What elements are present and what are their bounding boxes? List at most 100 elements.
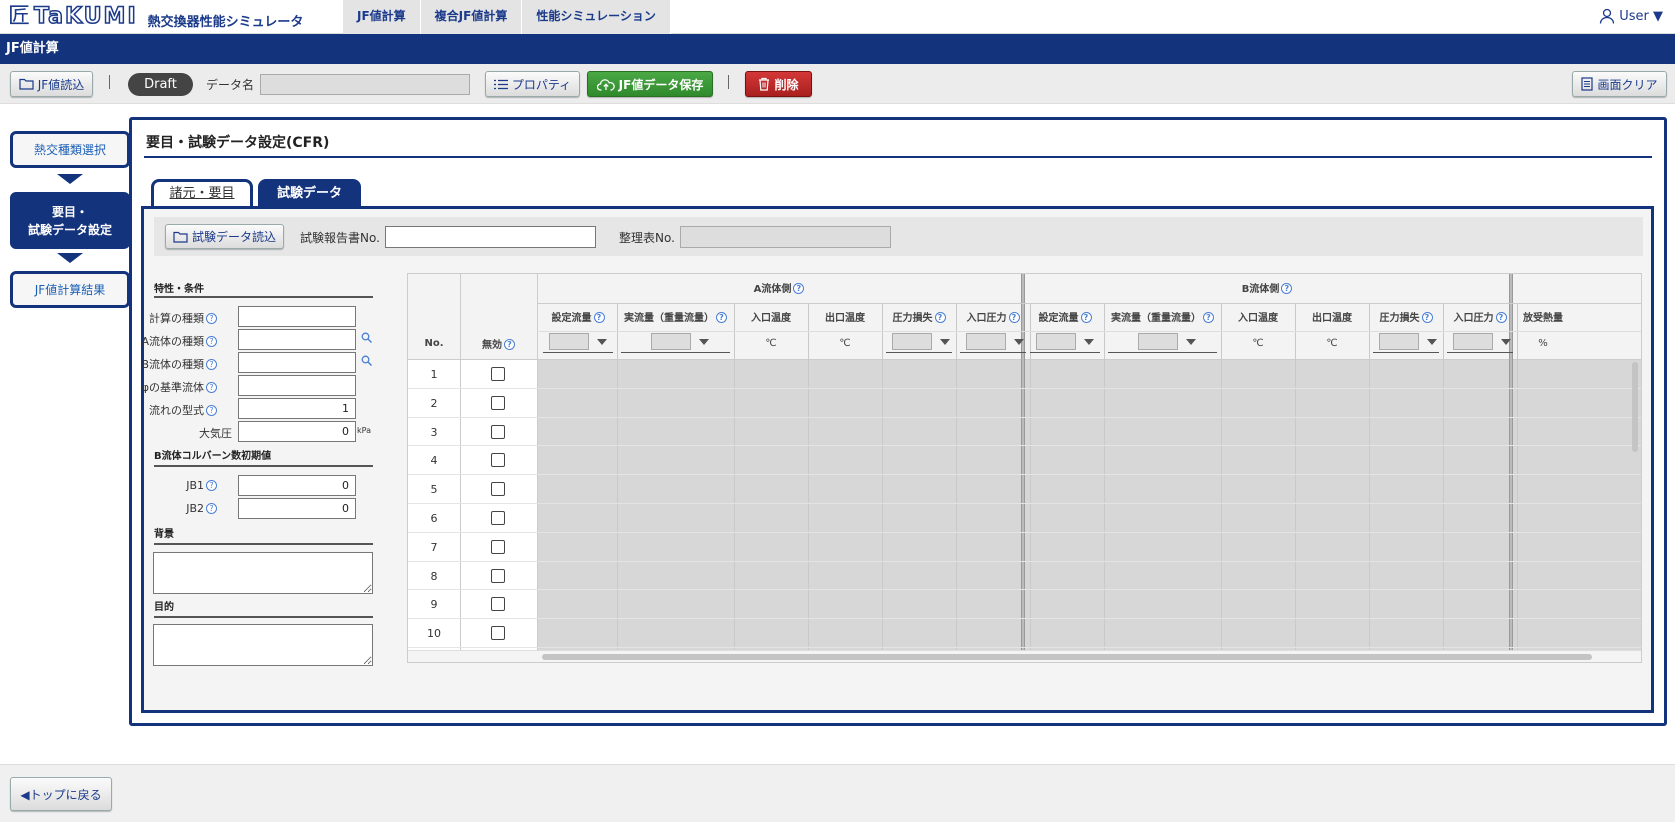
- load-jf-button[interactable]: JF値読込: [10, 71, 93, 97]
- row-divider: [408, 589, 1641, 591]
- row-number: 2: [430, 396, 438, 410]
- row-invalid-checkbox[interactable]: [491, 511, 505, 525]
- help-icon[interactable]: ?: [206, 382, 217, 393]
- tab-spec[interactable]: 諸元・要目: [151, 179, 253, 207]
- nav-tab-jf[interactable]: JF値計算: [343, 0, 421, 34]
- folder-icon: [173, 231, 188, 243]
- step-spec-test-data[interactable]: 要目・ 試験データ設定: [10, 192, 130, 249]
- help-icon[interactable]: ?: [206, 313, 217, 324]
- help-icon[interactable]: ?: [1421, 312, 1433, 323]
- delete-button[interactable]: 削除: [745, 71, 812, 97]
- row-invalid-checkbox[interactable]: [491, 367, 505, 381]
- app-logo[interactable]: 匠 TaKUMI 熱交換器性能シミュレータ: [8, 4, 303, 30]
- jb2-input[interactable]: 0: [238, 498, 356, 519]
- fluid-b-input[interactable]: [238, 352, 356, 373]
- purpose-textarea[interactable]: [153, 624, 373, 666]
- clear-screen-button[interactable]: 画面クリア: [1572, 71, 1667, 97]
- save-jf-button[interactable]: JF値データ保存: [587, 71, 713, 97]
- row-invalid-checkbox[interactable]: [491, 453, 505, 468]
- grid-col-line: [1369, 304, 1370, 650]
- vertical-scrollbar[interactable]: [1632, 362, 1638, 452]
- select-value: [892, 333, 932, 350]
- step-jf-result[interactable]: JF値計算結果: [10, 271, 130, 308]
- search-icon[interactable]: [361, 355, 372, 366]
- col-header-a-5: 入口圧力?: [956, 309, 1030, 324]
- jb1-input[interactable]: 0: [238, 475, 356, 496]
- background-textarea[interactable]: [153, 552, 373, 594]
- col-header-b-0: 設定流量?: [1026, 309, 1104, 324]
- unit-select-a-1[interactable]: [621, 331, 730, 353]
- phi-input[interactable]: [238, 375, 356, 396]
- back-to-top-button[interactable]: ◀トップに戻る: [10, 777, 112, 811]
- row-invalid-checkbox[interactable]: [491, 395, 505, 410]
- grid-col-line: [1443, 304, 1444, 650]
- help-icon[interactable]: ?: [1495, 312, 1507, 323]
- col-header-label: 入口圧力: [966, 313, 1007, 324]
- ref-no-label: 整理表No.: [619, 231, 675, 245]
- help-icon[interactable]: ?: [206, 336, 217, 347]
- atm-input[interactable]: 0: [238, 421, 356, 442]
- tab-test-data[interactable]: 試験データ: [258, 179, 361, 207]
- unit-select-a-0[interactable]: [543, 331, 613, 353]
- row-invalid-checkbox[interactable]: [491, 597, 505, 612]
- unit-select-a-5[interactable]: [960, 331, 1026, 353]
- unit-select-a-4[interactable]: [886, 331, 952, 353]
- chevron-down-icon: [597, 338, 607, 345]
- delete-label: 削除: [774, 77, 799, 92]
- test-data-grid: No. 無効? A流体側? B流体側? 設定流量? 実流量（重量流量）? 入口温度 ℃ 出口温度…: [407, 273, 1642, 663]
- step-exchanger-type[interactable]: 熱交種類選択: [10, 131, 130, 168]
- row-number: 3: [430, 425, 438, 439]
- data-name-field[interactable]: [260, 74, 470, 95]
- ref-no-field: [680, 226, 891, 248]
- grid-col-line: [1295, 304, 1296, 650]
- group-b-label: B流体側: [1241, 284, 1280, 295]
- flow-type-label: 流れの型式?: [127, 402, 217, 418]
- user-menu[interactable]: User ▼: [1599, 8, 1663, 24]
- unit-select-b-0[interactable]: [1030, 331, 1100, 353]
- col-header-a-0: 設定流量?: [539, 309, 617, 324]
- flow-type-input[interactable]: 1: [238, 398, 356, 419]
- row-number: 1: [430, 368, 438, 381]
- invalid-header: 無効?: [460, 336, 537, 351]
- help-icon[interactable]: ?: [206, 359, 217, 370]
- help-icon[interactable]: ?: [1203, 312, 1214, 323]
- nav-tab-simulation[interactable]: 性能シミュレーション: [522, 0, 671, 34]
- load-test-data-button[interactable]: 試験データ読込: [165, 224, 284, 249]
- chevron-down-icon: [1014, 338, 1024, 345]
- unit-select-b-5[interactable]: [1447, 331, 1513, 353]
- unit-pct-extra: %: [1538, 338, 1548, 349]
- main-nav: JF値計算 複合JF値計算 性能シミュレーション: [343, 0, 671, 34]
- group-a-label: A流体側: [753, 284, 792, 295]
- help-icon[interactable]: ?: [1080, 312, 1092, 323]
- unit-select-b-1[interactable]: [1108, 331, 1217, 353]
- row-invalid-checkbox[interactable]: [491, 539, 505, 554]
- grid-col-line: [1221, 304, 1222, 650]
- help-icon[interactable]: ?: [716, 312, 727, 323]
- unit-select-b-4[interactable]: [1373, 331, 1439, 353]
- calc-type-input[interactable]: [238, 306, 356, 327]
- nav-tab-compound-jf[interactable]: 複合JF値計算: [420, 0, 523, 34]
- select-value: [966, 333, 1006, 350]
- row-invalid-checkbox[interactable]: [491, 424, 505, 439]
- row-invalid-checkbox[interactable]: [491, 568, 505, 583]
- help-icon[interactable]: ?: [206, 503, 217, 514]
- row-invalid-checkbox[interactable]: [491, 626, 505, 641]
- help-icon[interactable]: ?: [1281, 283, 1293, 294]
- help-icon[interactable]: ?: [934, 312, 946, 323]
- unit-temp-b-3: ℃: [1326, 338, 1338, 349]
- help-icon[interactable]: ?: [206, 480, 217, 491]
- help-icon[interactable]: ?: [1008, 312, 1020, 323]
- help-icon[interactable]: ?: [504, 339, 515, 350]
- row-invalid-checkbox[interactable]: [491, 482, 505, 497]
- report-no-input[interactable]: [385, 226, 596, 248]
- step-label-line2: 試験データ設定: [27, 222, 112, 237]
- search-icon[interactable]: [361, 332, 372, 343]
- fluid-a-input[interactable]: [238, 329, 356, 350]
- folder-icon: [19, 78, 34, 90]
- help-icon[interactable]: ?: [793, 283, 805, 294]
- property-button[interactable]: プロパティ: [485, 71, 580, 97]
- col-header-label: 実流量（重量流量）: [1111, 313, 1201, 324]
- help-icon[interactable]: ?: [593, 312, 605, 323]
- help-icon[interactable]: ?: [206, 405, 217, 416]
- horizontal-scrollbar[interactable]: [542, 654, 1592, 660]
